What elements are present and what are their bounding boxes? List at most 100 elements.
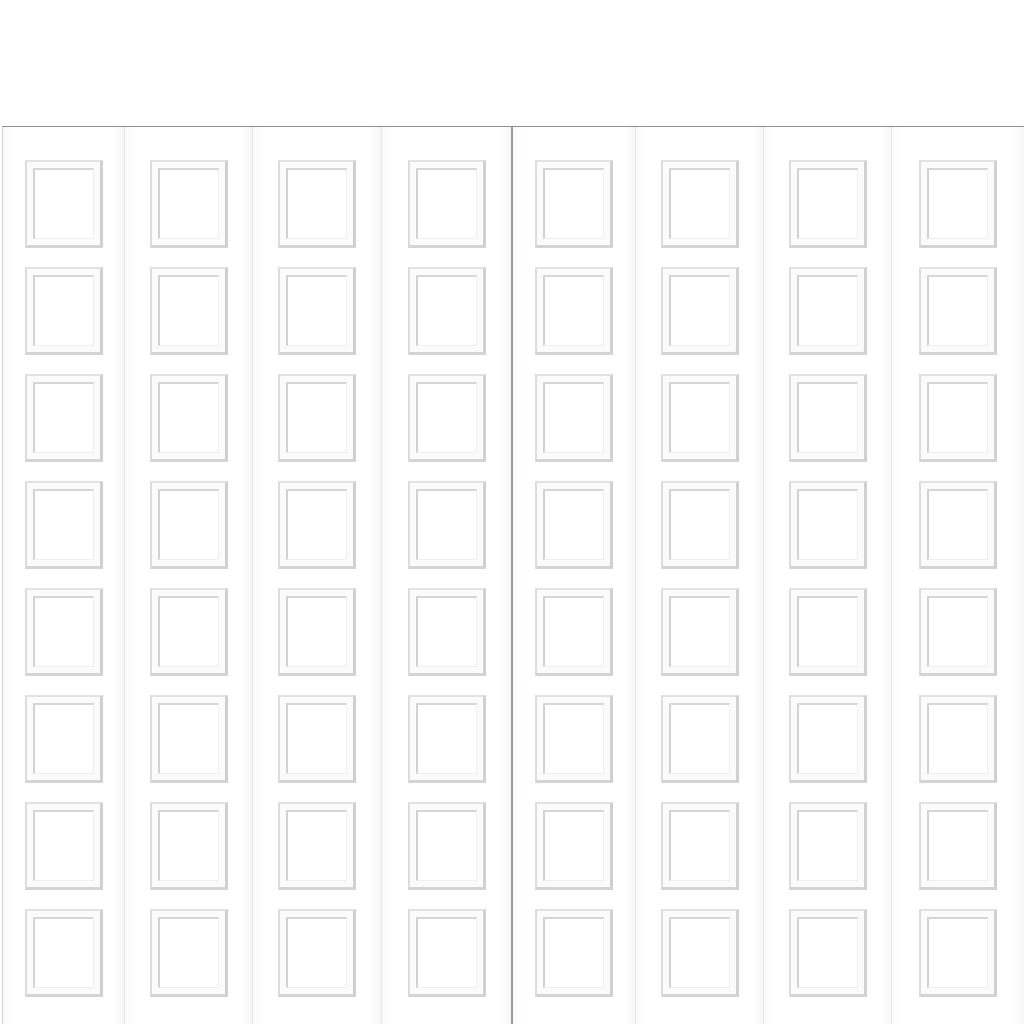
door-slat [636,127,764,1024]
door-slat [253,127,382,1024]
door-leaf-right [511,127,1024,1024]
panel-inset [32,810,94,881]
panel-inset [668,917,730,988]
raised-panel [149,802,228,890]
raised-panel [788,374,867,462]
panel-inset [668,275,730,346]
raised-panel [407,588,486,676]
raised-panel [149,695,228,783]
panel-inset [286,168,347,239]
raised-panel [278,802,356,890]
raised-panel [24,267,103,355]
panel-inset [543,275,604,346]
raised-panel [919,160,997,248]
panel-inset [796,275,858,346]
raised-panel [535,267,613,355]
panel-inset [415,168,477,239]
raised-panel [788,481,867,569]
raised-panel [788,695,867,783]
panel-inset [927,275,988,346]
door-slat [382,127,511,1024]
panel-inset [668,596,730,667]
panel-inset [415,810,477,881]
panel-inset [796,168,858,239]
panel-inset [927,810,988,881]
door-leaf-left [3,127,511,1024]
panel-inset [796,703,858,774]
raised-panel [24,160,103,248]
raised-panel [919,481,997,569]
panel-inset [927,382,988,453]
door-slat [125,127,253,1024]
raised-panel [149,588,228,676]
raised-panel [407,481,486,569]
panel-inset [286,275,347,346]
raised-panel [407,374,486,462]
door-slat [764,127,892,1024]
panel-inset [286,917,347,988]
panel-inset [543,596,604,667]
raised-panel [919,909,997,997]
raised-panel [24,481,103,569]
panel-inset [415,489,477,560]
raised-panel [535,160,613,248]
door-slat [3,127,125,1024]
raised-panel [535,481,613,569]
raised-panel [535,695,613,783]
raised-panel [535,588,613,676]
panel-inset [668,703,730,774]
raised-panel [24,695,103,783]
raised-panel [278,267,356,355]
panel-inset [157,382,219,453]
raised-panel [149,481,228,569]
raised-panel [24,374,103,462]
panel-inset [796,382,858,453]
raised-panel [407,160,486,248]
raised-panel [919,588,997,676]
raised-panel [278,909,356,997]
raised-panel [788,588,867,676]
raised-panel [660,160,739,248]
panel-inset [286,489,347,560]
raised-panel [149,909,228,997]
panel-inset [286,703,347,774]
panel-inset [927,168,988,239]
panel-inset [415,703,477,774]
raised-panel [24,909,103,997]
raised-panel [278,695,356,783]
panel-inset [415,917,477,988]
raised-panel [24,802,103,890]
raised-panel [149,160,228,248]
panel-inset [32,703,94,774]
raised-panel [788,267,867,355]
raised-panel [660,374,739,462]
raised-panel [149,374,228,462]
panel-inset [157,810,219,881]
panel-inset [157,168,219,239]
panel-inset [796,596,858,667]
raised-panel [149,267,228,355]
panel-inset [543,168,604,239]
raised-panel [788,802,867,890]
raised-panel [788,160,867,248]
panel-inset [32,596,94,667]
panel-inset [796,810,858,881]
panel-inset [668,168,730,239]
panel-inset [157,917,219,988]
panel-inset [668,489,730,560]
panel-inset [927,489,988,560]
garage-door [2,126,1024,1024]
panel-inset [796,489,858,560]
panel-inset [32,382,94,453]
panel-inset [543,703,604,774]
raised-panel [407,802,486,890]
raised-panel [660,588,739,676]
raised-panel [660,481,739,569]
raised-panel [535,909,613,997]
raised-panel [919,695,997,783]
raised-panel [660,267,739,355]
panel-inset [668,382,730,453]
panel-inset [927,703,988,774]
panel-inset [32,917,94,988]
raised-panel [407,695,486,783]
